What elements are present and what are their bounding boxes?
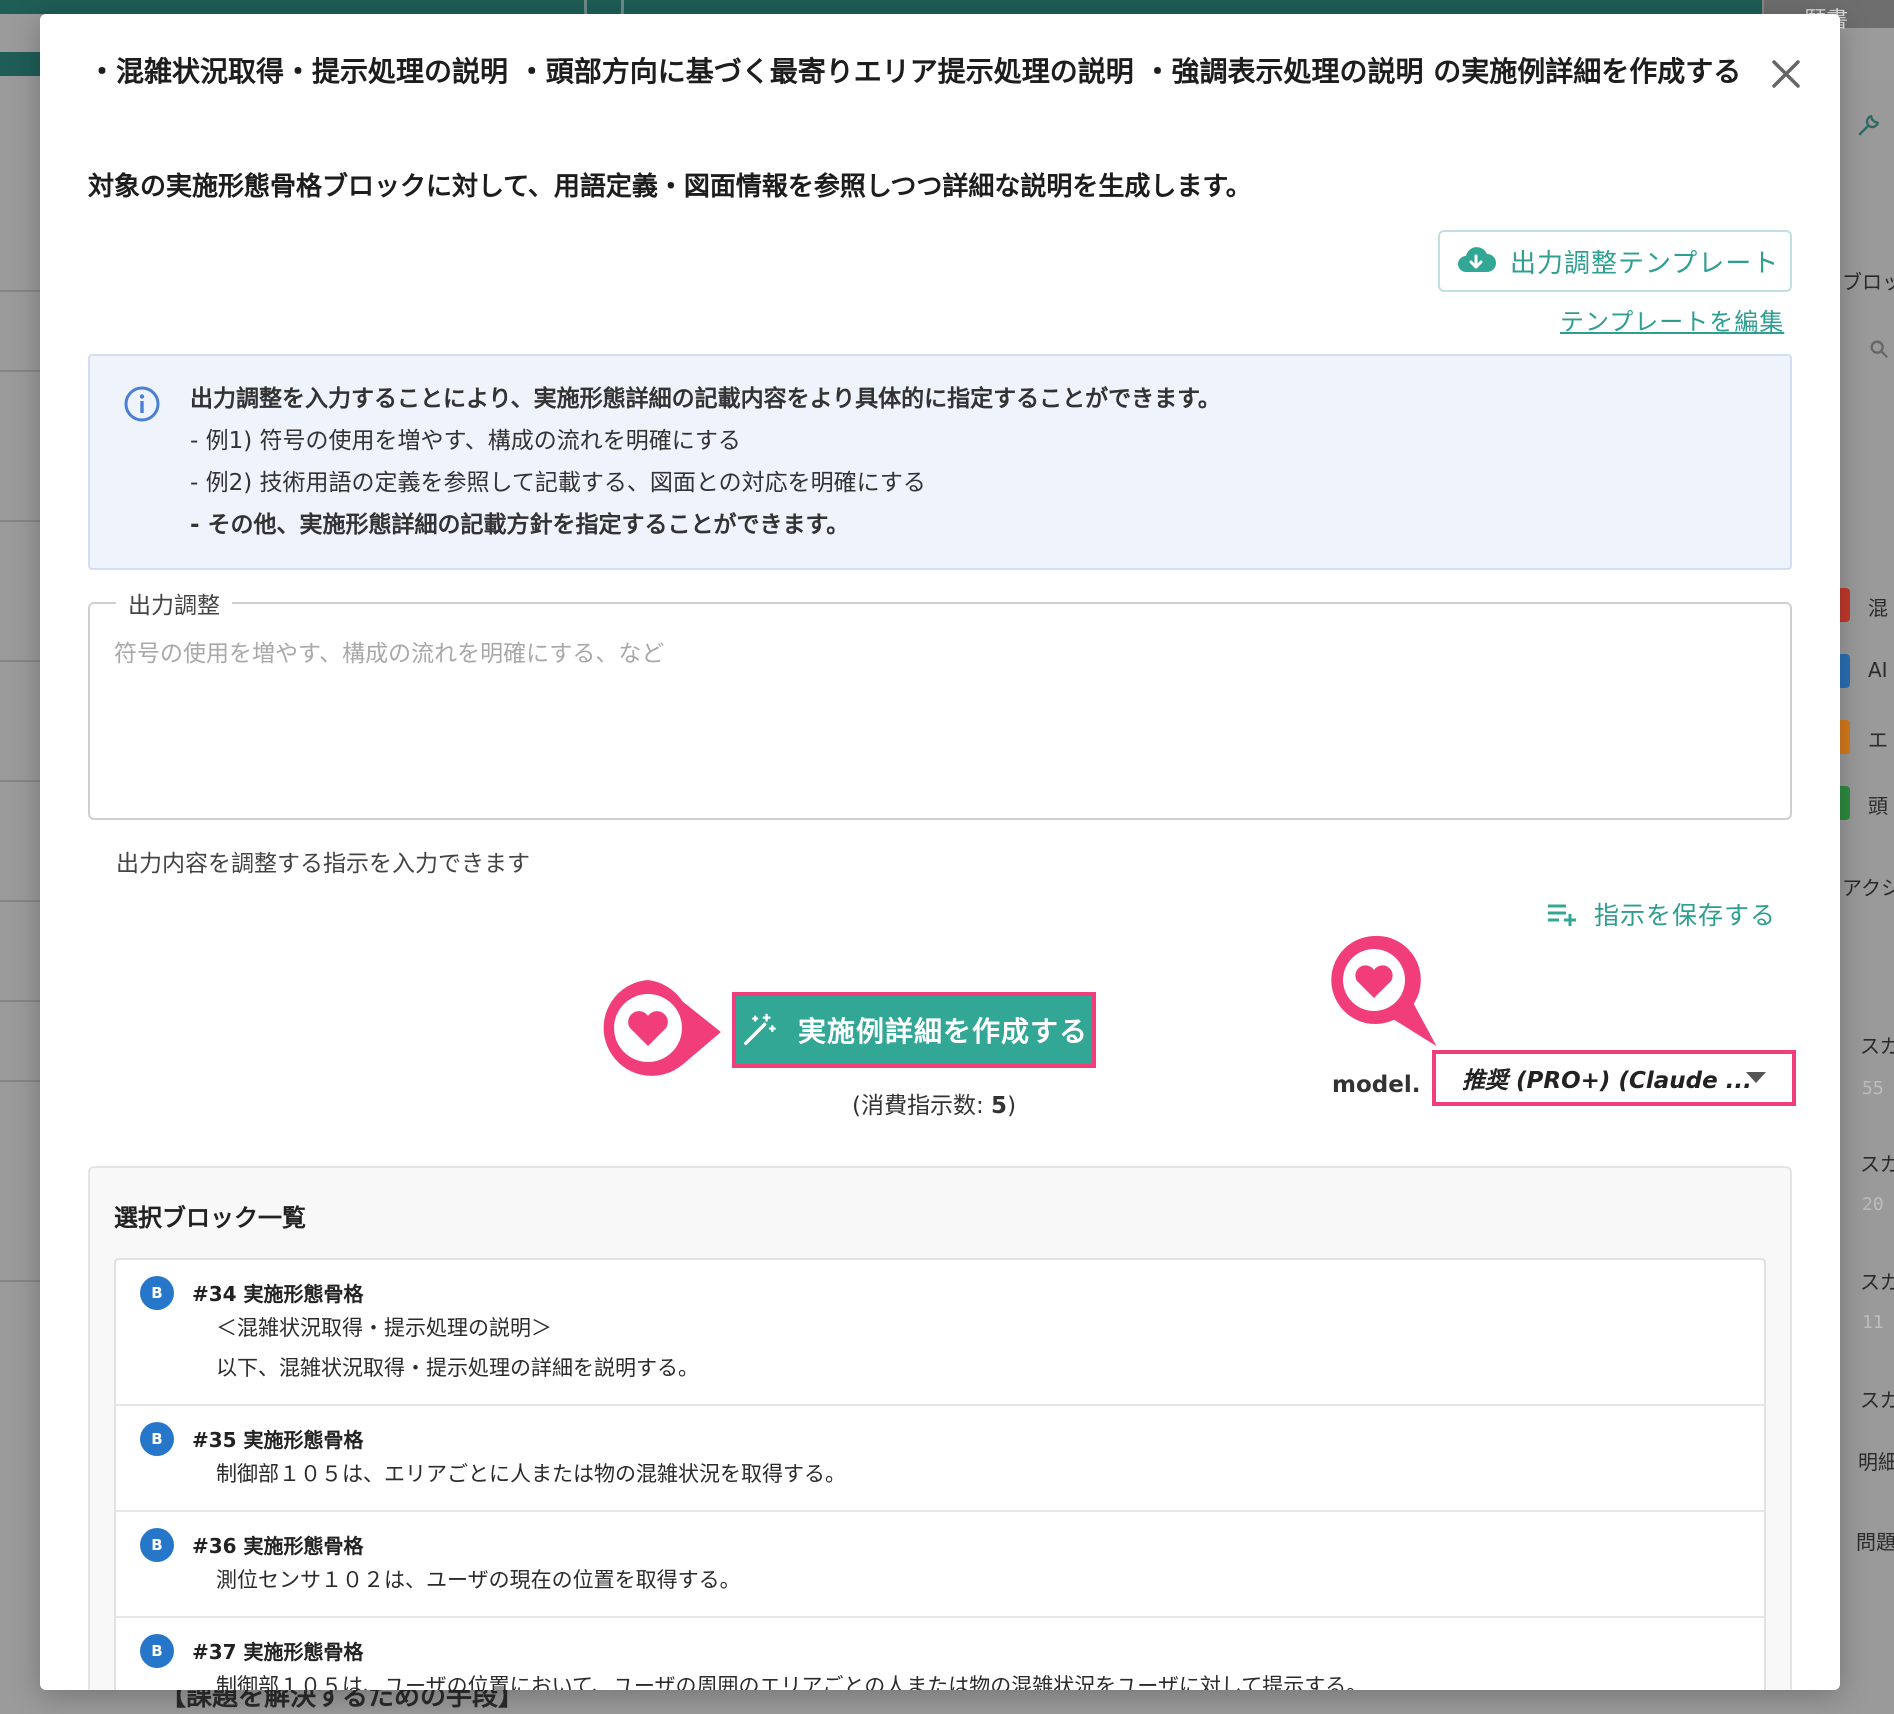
block-text: ＜混雑状況取得・提示処理の説明＞ bbox=[216, 1316, 552, 1340]
block-type-badge: B bbox=[140, 1276, 174, 1310]
save-instruction-label: 指示を保存する bbox=[1594, 901, 1777, 930]
background-right-text: 混 bbox=[1868, 596, 1888, 620]
block-title: #37 実施形態骨格 bbox=[192, 1640, 364, 1664]
info-icon bbox=[124, 386, 160, 422]
playlist-add-icon bbox=[1548, 904, 1576, 926]
info-text: 出力調整を入力することにより、実施形態詳細の記載内容をより具体的に指定することが… bbox=[190, 378, 1221, 546]
output-template-button[interactable]: 出力調整テンプレート bbox=[1438, 230, 1792, 292]
block-title: #34 実施形態骨格 bbox=[192, 1282, 364, 1306]
background-right-text: 明細 bbox=[1858, 1450, 1894, 1474]
background-left-rows bbox=[0, 140, 40, 1440]
create-embodiment-button[interactable]: 実施例詳細を作成する bbox=[732, 992, 1096, 1068]
cost-prefix: (消費指示数: bbox=[852, 1093, 992, 1119]
info-line: - その他、実施形態詳細の記載方針を指定することができます。 bbox=[190, 512, 850, 538]
background-right-text: エ bbox=[1868, 728, 1888, 752]
background-right-text: アクシ bbox=[1842, 876, 1894, 900]
block-type-badge: B bbox=[140, 1634, 174, 1668]
background-right-text: スガ bbox=[1860, 1388, 1894, 1412]
magic-wand-icon bbox=[744, 1013, 776, 1045]
background-right-text: スガ bbox=[1860, 1152, 1894, 1176]
modal-description: 対象の実施形態骨格ブロックに対して、用語定義・図面情報を参照しつつ詳細な説明を生… bbox=[88, 172, 1252, 202]
background-top-bar bbox=[0, 0, 1894, 14]
heart-pin-icon bbox=[599, 975, 728, 1080]
info-line: - 例2) 技術用語の定義を参照して記載する、図面との対応を明確にする bbox=[190, 470, 926, 496]
model-label: model. bbox=[1332, 1072, 1421, 1098]
background-right-text: 問題 bbox=[1856, 1530, 1894, 1554]
save-instruction-button[interactable]: 指示を保存する bbox=[1546, 896, 1776, 932]
block-text: 測位センサ１０２は、ユーザの現在の位置を取得する。 bbox=[216, 1568, 741, 1592]
info-line: - 例1) 符号の使用を増やす、構成の流れを明確にする bbox=[190, 428, 741, 454]
wrench-icon bbox=[1858, 114, 1880, 136]
model-select[interactable]: 推奨 (PRO+) (Claude ... bbox=[1432, 1050, 1796, 1106]
selected-blocks-title: 選択ブロック一覧 bbox=[114, 1204, 306, 1232]
background-right-text: スガ bbox=[1860, 1034, 1894, 1058]
block-text: 制御部１０５は、ユーザの位置において、ユーザの周囲のエリアごとの人または物の混雑… bbox=[216, 1674, 1368, 1690]
background-right-text: AI bbox=[1868, 658, 1888, 682]
selected-blocks-panel: 選択ブロック一覧 B #34 実施形態骨格 ＜混雑状況取得・提示処理の説明＞ 以… bbox=[88, 1166, 1792, 1690]
list-item: B #34 実施形態骨格 ＜混雑状況取得・提示処理の説明＞ 以下、混雑状況取得・… bbox=[116, 1260, 1764, 1406]
block-type-badge: B bbox=[140, 1528, 174, 1562]
create-embodiment-label: 実施例詳細を作成する bbox=[797, 1015, 1088, 1048]
cost-suffix: ) bbox=[1007, 1093, 1017, 1119]
background-right-number: 20 bbox=[1862, 1194, 1884, 1215]
heart-pin-icon bbox=[1327, 931, 1448, 1058]
modal-title: ・混雑状況取得・提示処理の説明 ・頭部方向に基づく最寄りエリア提示処理の説明 ・… bbox=[88, 55, 1742, 88]
block-title: #35 実施形態骨格 bbox=[192, 1428, 364, 1452]
cost-value: 5 bbox=[991, 1093, 1008, 1119]
info-line: 出力調整を入力することにより、実施形態詳細の記載内容をより具体的に指定することが… bbox=[190, 386, 1221, 412]
list-item: B #36 実施形態骨格 測位センサ１０２は、ユーザの現在の位置を取得する。 bbox=[116, 1512, 1764, 1618]
cloud-download-icon bbox=[1458, 247, 1496, 272]
selected-blocks-list[interactable]: B #34 実施形態骨格 ＜混雑状況取得・提示処理の説明＞ 以下、混雑状況取得・… bbox=[114, 1258, 1766, 1690]
close-icon bbox=[1772, 60, 1800, 88]
edit-template-link[interactable]: テンプレートを編集 bbox=[1560, 302, 1784, 337]
caret-down-icon bbox=[1746, 1072, 1766, 1083]
block-text: 制御部１０５は、エリアごとに人または物の混雑状況を取得する。 bbox=[216, 1462, 846, 1486]
info-alert: 出力調整を入力することにより、実施形態詳細の記載内容をより具体的に指定することが… bbox=[88, 354, 1792, 570]
list-item: B #35 実施形態骨格 制御部１０５は、エリアごとに人または物の混雑状況を取得… bbox=[116, 1406, 1764, 1512]
background-top-stripe bbox=[0, 52, 40, 76]
cost-indicator: (消費指示数: 5) bbox=[852, 1086, 1016, 1120]
create-embodiment-modal: ・混雑状況取得・提示処理の説明 ・頭部方向に基づく最寄りエリア提示処理の説明 ・… bbox=[40, 14, 1840, 1690]
background-right-number: 55 bbox=[1862, 1078, 1884, 1099]
search-icon bbox=[1870, 340, 1889, 359]
list-item: B #37 実施形態骨格 制御部１０５は、ユーザの位置において、ユーザの周囲のエ… bbox=[116, 1618, 1764, 1690]
background-right-number: 11 bbox=[1862, 1312, 1884, 1333]
output-adjust-textarea[interactable] bbox=[102, 614, 1778, 810]
block-text: 以下、混雑状況取得・提示処理の詳細を説明する。 bbox=[216, 1356, 699, 1380]
model-selected-value: 推奨 (PRO+) (Claude ... bbox=[1462, 1068, 1752, 1094]
block-type-badge: B bbox=[140, 1422, 174, 1456]
block-title: #36 実施形態骨格 bbox=[192, 1534, 364, 1558]
output-template-label: 出力調整テンプレート bbox=[1510, 248, 1780, 279]
output-adjust-helper-text: 出力内容を調整する指示を入力できます bbox=[116, 851, 530, 877]
background-right-text: ブロッ bbox=[1842, 270, 1894, 294]
close-button[interactable] bbox=[1762, 50, 1810, 98]
background-right-text: 頭 bbox=[1868, 794, 1888, 818]
background-right-text: スガ bbox=[1860, 1270, 1894, 1294]
